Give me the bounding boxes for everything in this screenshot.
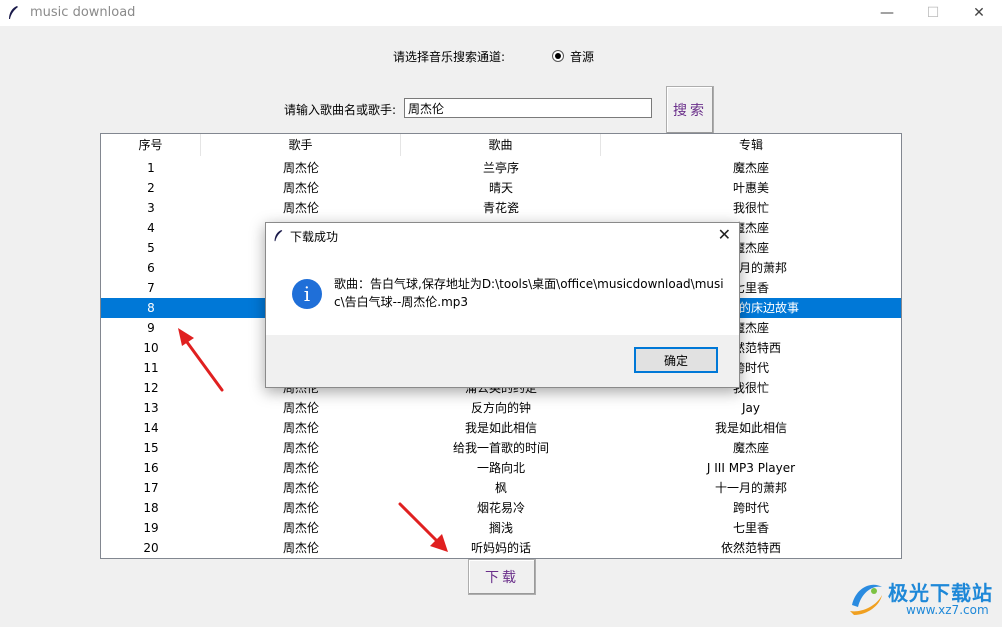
table-row[interactable]: 2 周杰伦 晴天 叶惠美 — [101, 178, 901, 198]
feather-icon — [274, 230, 283, 242]
search-input[interactable] — [404, 98, 652, 118]
cell-singer: 周杰伦 — [282, 461, 319, 475]
cell-singer: 周杰伦 — [282, 481, 319, 495]
maximize-button[interactable]: ☐ — [910, 0, 956, 26]
cell-singer: 周杰伦 — [282, 181, 319, 195]
cell-song: 晴天 — [488, 181, 513, 195]
channel-radio[interactable] — [552, 50, 564, 62]
minimize-button[interactable]: — — [864, 0, 910, 26]
cell-album: Jay — [742, 401, 760, 415]
cell-album: 叶惠美 — [732, 181, 769, 195]
cell-index: 1 — [147, 161, 155, 175]
cell-index: 19 — [143, 521, 159, 535]
cell-index: 6 — [147, 261, 155, 275]
column-header-song[interactable]: 歌曲 — [401, 134, 601, 156]
red-arrow-icon — [398, 502, 448, 552]
table-row[interactable]: 16 周杰伦 一路向北 J III MP3 Player — [101, 458, 901, 478]
cell-index: 2 — [147, 181, 155, 195]
cell-singer: 周杰伦 — [282, 161, 319, 175]
close-button[interactable]: ✕ — [956, 0, 1002, 26]
cell-song: 兰亭序 — [482, 161, 519, 175]
cell-singer: 周杰伦 — [282, 501, 319, 515]
window-titlebar: music download — ☐ ✕ — [0, 0, 1002, 26]
table-row[interactable]: 1 周杰伦 兰亭序 魔杰座 — [101, 158, 901, 178]
window-title: music download — [30, 5, 136, 20]
cell-singer: 周杰伦 — [282, 521, 319, 535]
cell-song: 一路向北 — [476, 461, 525, 475]
table-row[interactable]: 20 周杰伦 听妈妈的话 依然范特西 — [101, 538, 901, 558]
search-button[interactable]: 搜索 — [666, 86, 714, 134]
cell-index: 8 — [147, 301, 155, 315]
download-button[interactable]: 下载 — [468, 559, 536, 595]
aurora-logo-icon — [850, 584, 882, 615]
cell-singer: 周杰伦 — [282, 401, 319, 415]
ok-button[interactable]: 确定 — [634, 347, 718, 373]
channel-label: 请选择音乐搜索通道: — [393, 50, 506, 64]
table-row[interactable]: 13 周杰伦 反方向的钟 Jay — [101, 398, 901, 418]
cell-singer: 周杰伦 — [282, 441, 319, 455]
watermark-name: 极光下载站 — [888, 581, 993, 605]
cell-index: 4 — [147, 221, 155, 235]
column-header-singer[interactable]: 歌手 — [201, 134, 401, 156]
cell-singer: 周杰伦 — [282, 541, 319, 555]
cell-index: 3 — [147, 201, 155, 215]
watermark-url: www.xz7.com — [906, 603, 989, 617]
cell-album: 依然范特西 — [720, 541, 781, 555]
cell-album: J III MP3 Player — [706, 461, 796, 475]
table-row[interactable]: 18 周杰伦 烟花易冷 跨时代 — [101, 498, 901, 518]
cell-album: 十一月的萧邦 — [714, 481, 787, 495]
cell-singer: 周杰伦 — [282, 201, 319, 215]
red-arrow-icon — [178, 328, 224, 392]
channel-option-label[interactable]: 音源 — [570, 48, 594, 65]
cell-song: 反方向的钟 — [470, 401, 531, 415]
cell-singer: 周杰伦 — [282, 421, 319, 435]
dialog-close-icon[interactable]: ✕ — [718, 225, 731, 244]
table-row[interactable]: 17 周杰伦 枫 十一月的萧邦 — [101, 478, 901, 498]
cell-index: 13 — [143, 401, 159, 415]
download-success-dialog: 下载成功 ✕ i 歌曲：告白气球,保存地址为D:\tools\桌面\office… — [265, 222, 740, 388]
dialog-message: 歌曲：告白气球,保存地址为D:\tools\桌面\office\musicdow… — [334, 277, 724, 309]
cell-song: 枫 — [494, 481, 507, 495]
column-header-album[interactable]: 专辑 — [601, 134, 901, 156]
cell-song: 我是如此相信 — [464, 421, 537, 435]
table-row[interactable]: 19 周杰伦 搁浅 七里香 — [101, 518, 901, 538]
watermark: 极光下载站 www.xz7.com — [846, 573, 996, 623]
cell-song: 给我一首歌的时间 — [452, 441, 549, 455]
table-row[interactable]: 15 周杰伦 给我一首歌的时间 魔杰座 — [101, 438, 901, 458]
cell-index: 16 — [143, 461, 159, 475]
cell-index: 15 — [143, 441, 159, 455]
cell-index: 18 — [143, 501, 159, 515]
table-row[interactable]: 3 周杰伦 青花瓷 我很忙 — [101, 198, 901, 218]
column-header-index[interactable]: 序号 — [101, 134, 201, 156]
feather-icon — [9, 6, 18, 19]
cell-index: 5 — [147, 241, 155, 255]
cell-index: 17 — [143, 481, 159, 495]
cell-album: 魔杰座 — [732, 441, 769, 455]
cell-album: 我是如此相信 — [714, 421, 787, 435]
table-header: 序号 歌手 歌曲 专辑 — [101, 134, 901, 156]
info-icon: i — [292, 279, 322, 309]
dialog-title: 下载成功 — [290, 230, 339, 244]
cell-album: 跨时代 — [732, 501, 769, 515]
search-label: 请输入歌曲名或歌手: — [284, 103, 397, 117]
cell-song: 青花瓷 — [482, 201, 519, 215]
cell-album: 我很忙 — [732, 201, 769, 215]
cell-album: 七里香 — [732, 521, 769, 535]
dialog-button-area: 确定 — [266, 335, 739, 387]
cell-album: 魔杰座 — [732, 161, 769, 175]
cell-index: 14 — [143, 421, 159, 435]
table-row[interactable]: 14 周杰伦 我是如此相信 我是如此相信 — [101, 418, 901, 438]
cell-index: 7 — [147, 281, 155, 295]
cell-index: 20 — [143, 541, 159, 555]
